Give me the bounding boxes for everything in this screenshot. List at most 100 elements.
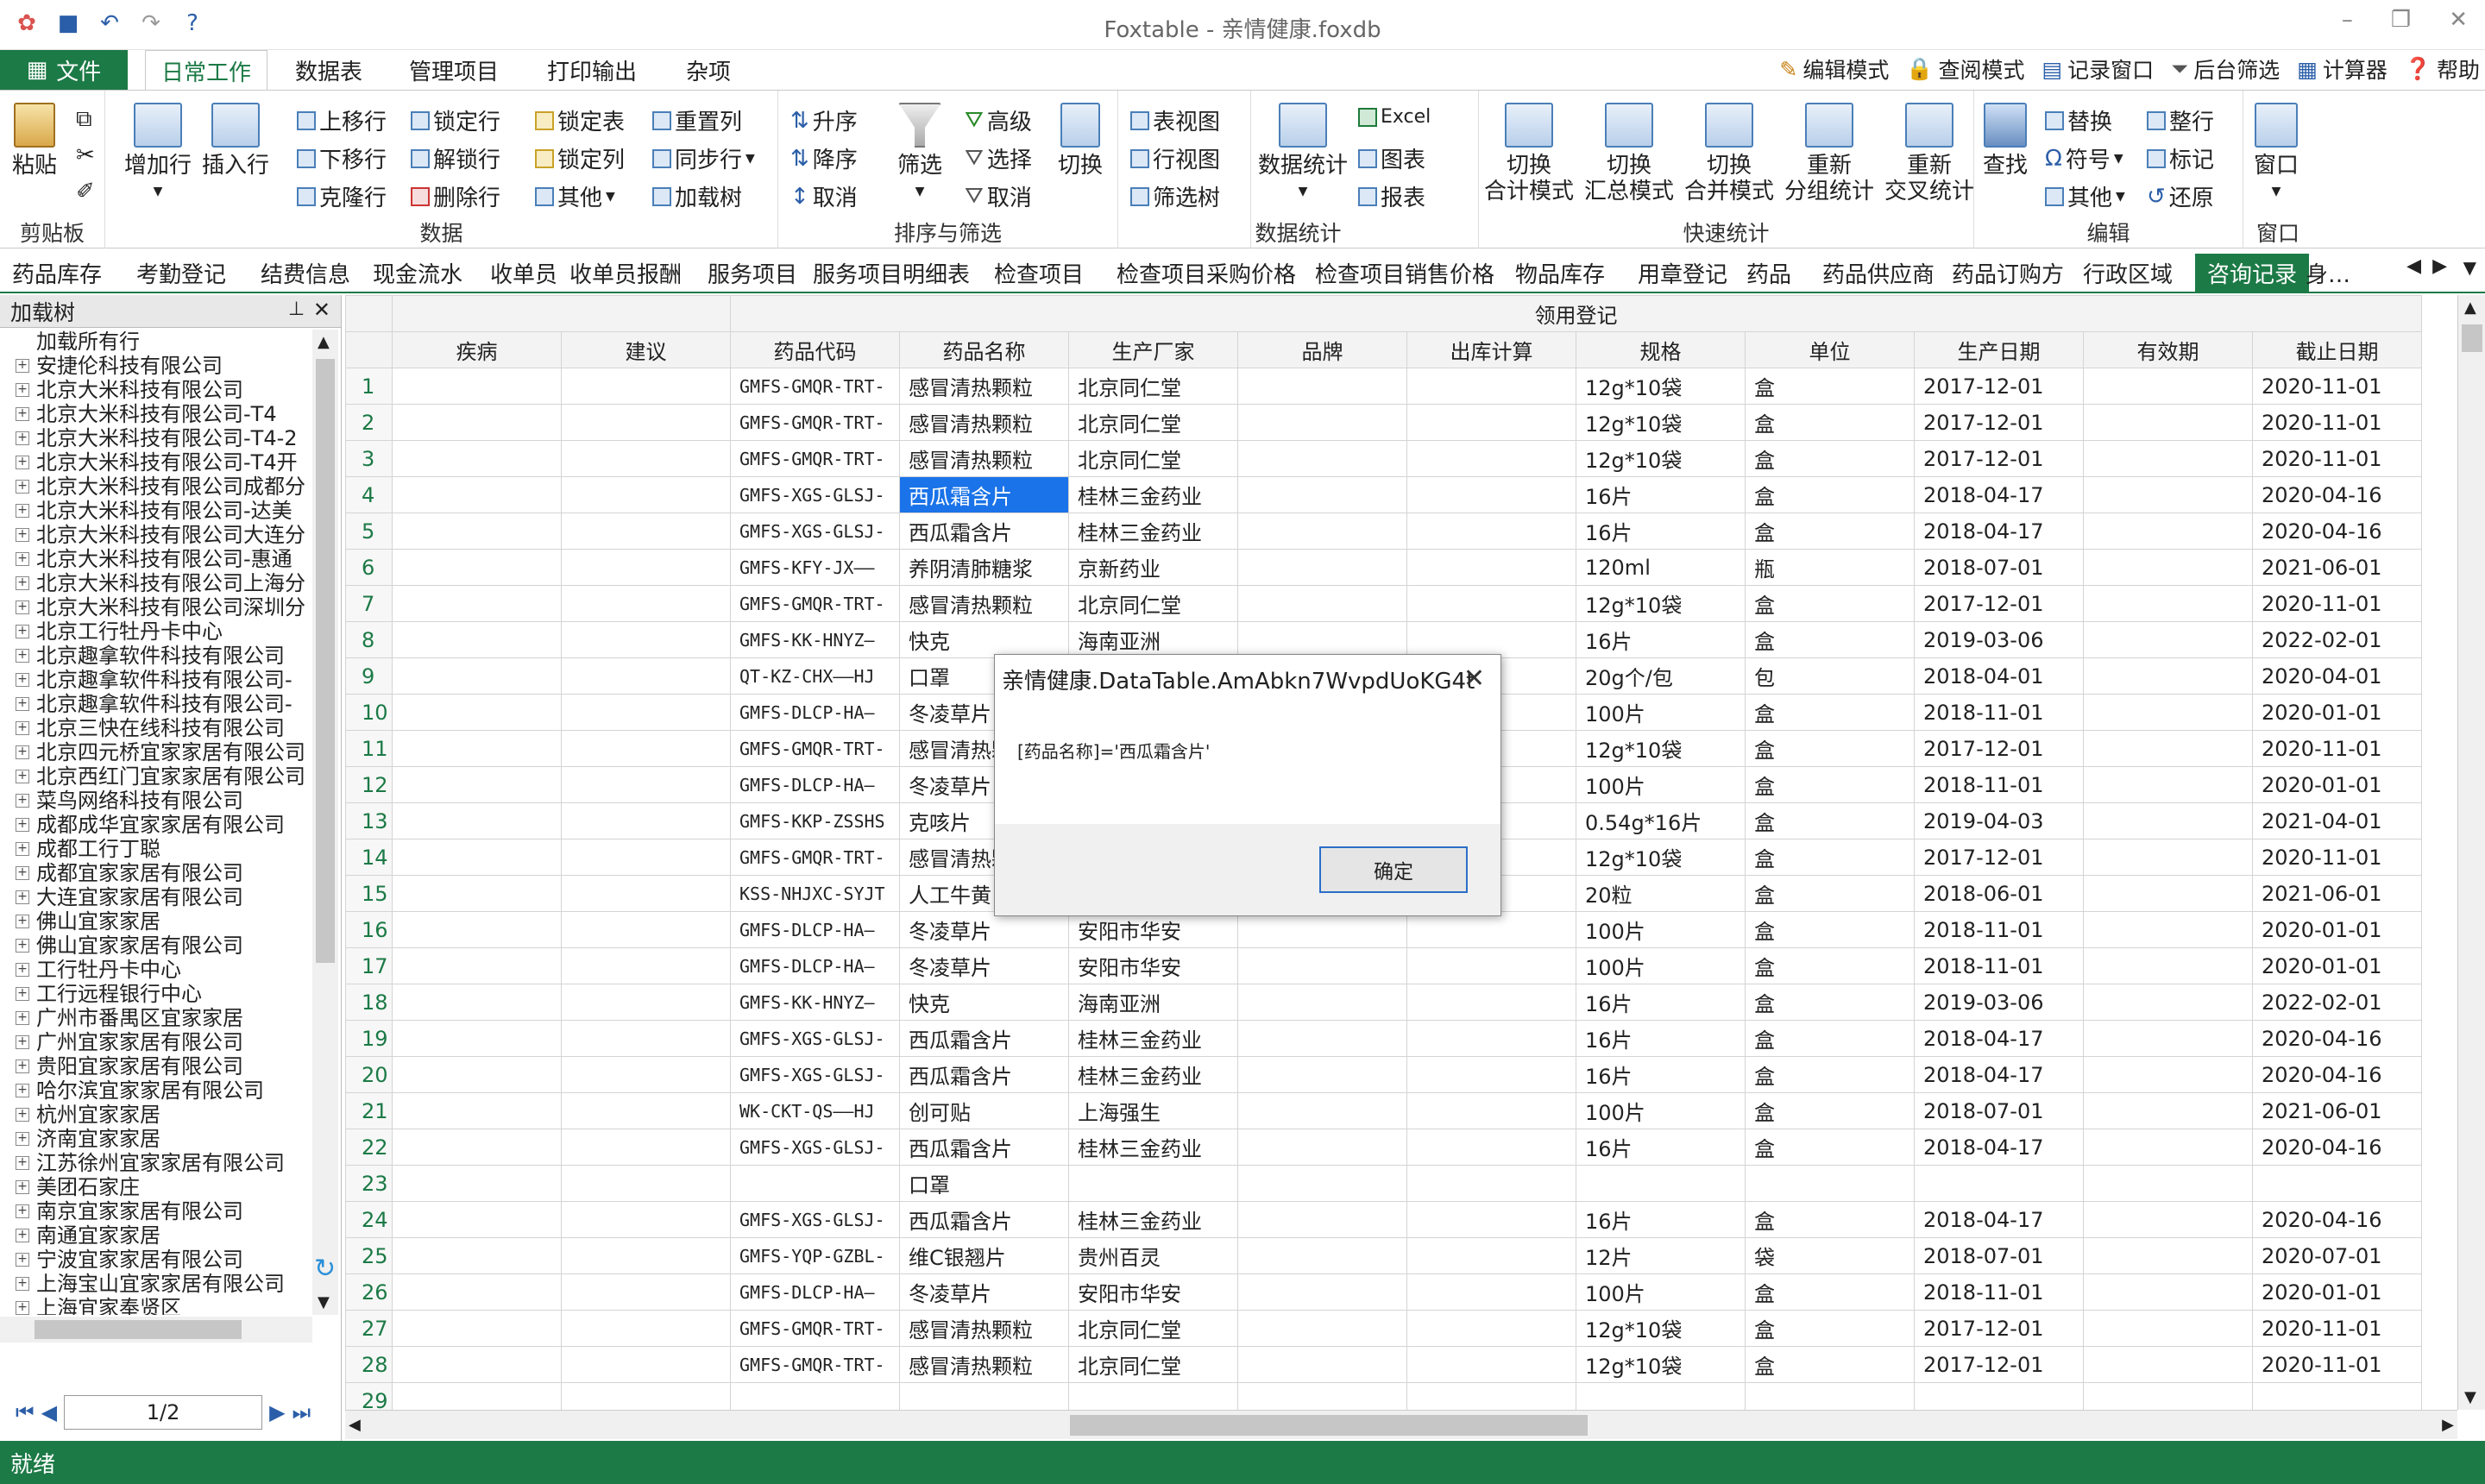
table-cell[interactable]: 盒 <box>1745 512 1915 550</box>
table-row[interactable]: 1 GMFS-GMQR-TRT- 感冒清热颗粒 北京同仁堂 12g*10袋盒 2017-1… <box>345 368 2423 405</box>
sync-row-button[interactable]: 同步行 ▼ <box>652 142 755 174</box>
tab-print-output[interactable]: 打印输出 <box>532 50 652 90</box>
table-cell[interactable] <box>392 1382 562 1410</box>
copy-icon[interactable]: ⧉ <box>76 106 92 133</box>
table-cell[interactable] <box>561 476 731 513</box>
table-cell[interactable] <box>1745 1382 1915 1410</box>
table-cell[interactable]: 盒 <box>1745 404 1915 441</box>
tree-node[interactable]: + 广州市番禺区宜家家居 <box>0 1006 312 1030</box>
table-cell[interactable] <box>561 1165 731 1202</box>
table-cell[interactable]: 2018-04-17 <box>1914 476 2084 513</box>
table-cell[interactable]: 盒 <box>1745 984 1915 1021</box>
record-window-button[interactable]: ▤ 记录窗口 <box>2042 53 2155 85</box>
table-cell[interactable]: 2022-02-01 <box>2251 621 2423 658</box>
table-tab-12[interactable]: 用章登记 <box>1638 254 1727 292</box>
expand-icon[interactable]: + <box>16 504 29 518</box>
expand-icon[interactable]: + <box>16 721 29 735</box>
table-cell[interactable]: 2020-01-01 <box>2251 911 2423 948</box>
delete-row-button[interactable]: 删除行 <box>411 180 500 212</box>
table-cell[interactable]: 2018-06-01 <box>1914 875 2084 912</box>
table-cell[interactable] <box>1914 1165 2084 1202</box>
table-cell[interactable]: 2020-04-16 <box>2251 1020 2423 1057</box>
table-tab-2[interactable]: 结费信息 <box>261 254 350 292</box>
table-cell[interactable]: 2017-12-01 <box>1914 1310 2084 1347</box>
scroll-down-icon[interactable]: ▼ <box>318 1293 330 1311</box>
column-header[interactable]: 生产厂家 <box>1068 331 1238 368</box>
table-cell[interactable]: 盒 <box>1745 1056 1915 1093</box>
table-cell[interactable]: 感冒清热颗粒 <box>899 1346 1069 1383</box>
table-cell[interactable]: 20g个/包 <box>1576 657 1746 695</box>
tab-manage-project[interactable]: 管理项目 <box>393 50 514 90</box>
expand-icon[interactable]: + <box>16 383 29 397</box>
table-cell[interactable]: 桂林三金药业 <box>1068 476 1238 513</box>
expand-icon[interactable]: + <box>16 1229 29 1242</box>
expand-icon[interactable]: + <box>16 552 29 566</box>
tab-misc[interactable]: 杂项 <box>670 50 747 90</box>
grid-scroll-right-icon[interactable]: ▶ <box>2442 1416 2454 1434</box>
expand-icon[interactable]: + <box>16 866 29 880</box>
expand-icon[interactable]: + <box>16 1108 29 1122</box>
tree-node[interactable]: + 北京西红门宜家家居有限公司 <box>0 764 312 789</box>
table-cell[interactable]: GMFS-KKP-ZSSHS <box>730 802 900 839</box>
table-cell[interactable]: 2020-11-01 <box>2251 839 2423 876</box>
table-cell[interactable] <box>561 404 731 441</box>
table-cell[interactable]: 盒 <box>1745 1201 1915 1238</box>
table-tab-13[interactable]: 药品 <box>1746 254 1791 292</box>
tree-node[interactable]: + 北京大米科技有限公司成都分 <box>0 475 312 499</box>
table-cell[interactable] <box>561 368 731 405</box>
table-cell[interactable]: 盒 <box>1745 839 1915 876</box>
table-cell[interactable] <box>392 1310 562 1347</box>
table-cell[interactable]: 盒 <box>1745 1092 1915 1129</box>
table-cell[interactable]: 2020-07-01 <box>2251 1237 2423 1274</box>
table-cell[interactable]: GMFS-GMQR-TRT- <box>730 368 900 405</box>
table-tab-8[interactable]: 检查项目 <box>994 254 1084 292</box>
tabs-scroll-right-icon[interactable]: ▶ <box>2432 255 2447 277</box>
table-cell[interactable]: 北京同仁堂 <box>1068 1346 1238 1383</box>
table-cell[interactable]: 2017-12-01 <box>1914 1346 2084 1383</box>
tree-node[interactable]: + 北京四元桥宜家家居有限公司 <box>0 740 312 764</box>
expand-icon[interactable]: + <box>16 1156 29 1170</box>
column-header[interactable]: 有效期 <box>2083 331 2253 368</box>
table-cell[interactable]: 2018-11-01 <box>1914 947 2084 984</box>
table-cell[interactable]: 2018-11-01 <box>1914 766 2084 803</box>
table-cell[interactable]: 12g*10袋 <box>1576 585 1746 622</box>
row-number[interactable]: 24 <box>345 1201 393 1238</box>
table-cell[interactable]: GMFS-GMQR-TRT- <box>730 1310 900 1347</box>
tree-node[interactable]: + 成都工行丁聪 <box>0 837 312 861</box>
table-cell[interactable]: 2020-11-01 <box>2251 440 2423 477</box>
table-cell[interactable]: 盒 <box>1745 730 1915 767</box>
select-filter-button[interactable]: ⛛ 选择 <box>965 142 1032 174</box>
expand-icon[interactable]: + <box>16 939 29 953</box>
table-cell[interactable]: GMFS-KK-HNYZ— <box>730 621 900 658</box>
tree-node[interactable]: + 北京大米科技有限公司上海分 <box>0 571 312 595</box>
table-cell[interactable]: GMFS-XGS-GLSJ- <box>730 1020 900 1057</box>
filter-button[interactable]: 筛选 ▼ <box>897 103 942 204</box>
tabs-list-icon[interactable]: ▼ <box>2463 257 2476 278</box>
table-cell[interactable]: 100片 <box>1576 911 1746 948</box>
expand-icon[interactable]: + <box>16 576 29 590</box>
table-cell[interactable]: 2020-01-01 <box>2251 947 2423 984</box>
table-cell[interactable] <box>1914 1382 2084 1410</box>
table-cell[interactable]: 盒 <box>1745 1020 1915 1057</box>
tree-node[interactable]: + 北京大米科技有限公司大连分 <box>0 523 312 547</box>
column-header[interactable]: 品牌 <box>1237 331 1407 368</box>
table-cell[interactable]: 12g*10袋 <box>1576 440 1746 477</box>
table-tab-17[interactable]: 咨询记录 <box>2195 254 2310 292</box>
table-row[interactable]: 8 GMFS-KK-HNYZ— 快克 海南亚洲 16片盒 2019-03-06 2022-0… <box>345 621 2423 658</box>
table-cell[interactable] <box>1237 621 1407 658</box>
table-tab-11[interactable]: 物品库存 <box>1515 254 1605 292</box>
table-cell[interactable]: GMFS-XGS-GLSJ- <box>730 512 900 550</box>
expand-icon[interactable]: + <box>16 1204 29 1218</box>
tree-node[interactable]: + 成都宜家家居有限公司 <box>0 861 312 885</box>
table-row[interactable]: 21 WK-CKT-QS——HJ 创可贴 上海强生 100片盒 2018-07-01 202… <box>345 1092 2423 1129</box>
table-cell[interactable] <box>561 984 731 1021</box>
table-cell[interactable] <box>1406 404 1576 441</box>
tree-node[interactable]: + 北京趣拿软件科技有限公司 <box>0 644 312 668</box>
table-cell[interactable]: 桂林三金药业 <box>1068 1201 1238 1238</box>
row-number[interactable]: 2 <box>345 404 393 441</box>
table-tab-18[interactable]: 身… <box>2306 254 2350 292</box>
table-cell[interactable]: 上海强生 <box>1068 1092 1238 1129</box>
table-cell[interactable]: 西瓜霜含片 <box>899 1129 1069 1166</box>
tree-node[interactable]: + 上海宝山宜家家居有限公司 <box>0 1272 312 1296</box>
row-number[interactable]: 7 <box>345 585 393 622</box>
